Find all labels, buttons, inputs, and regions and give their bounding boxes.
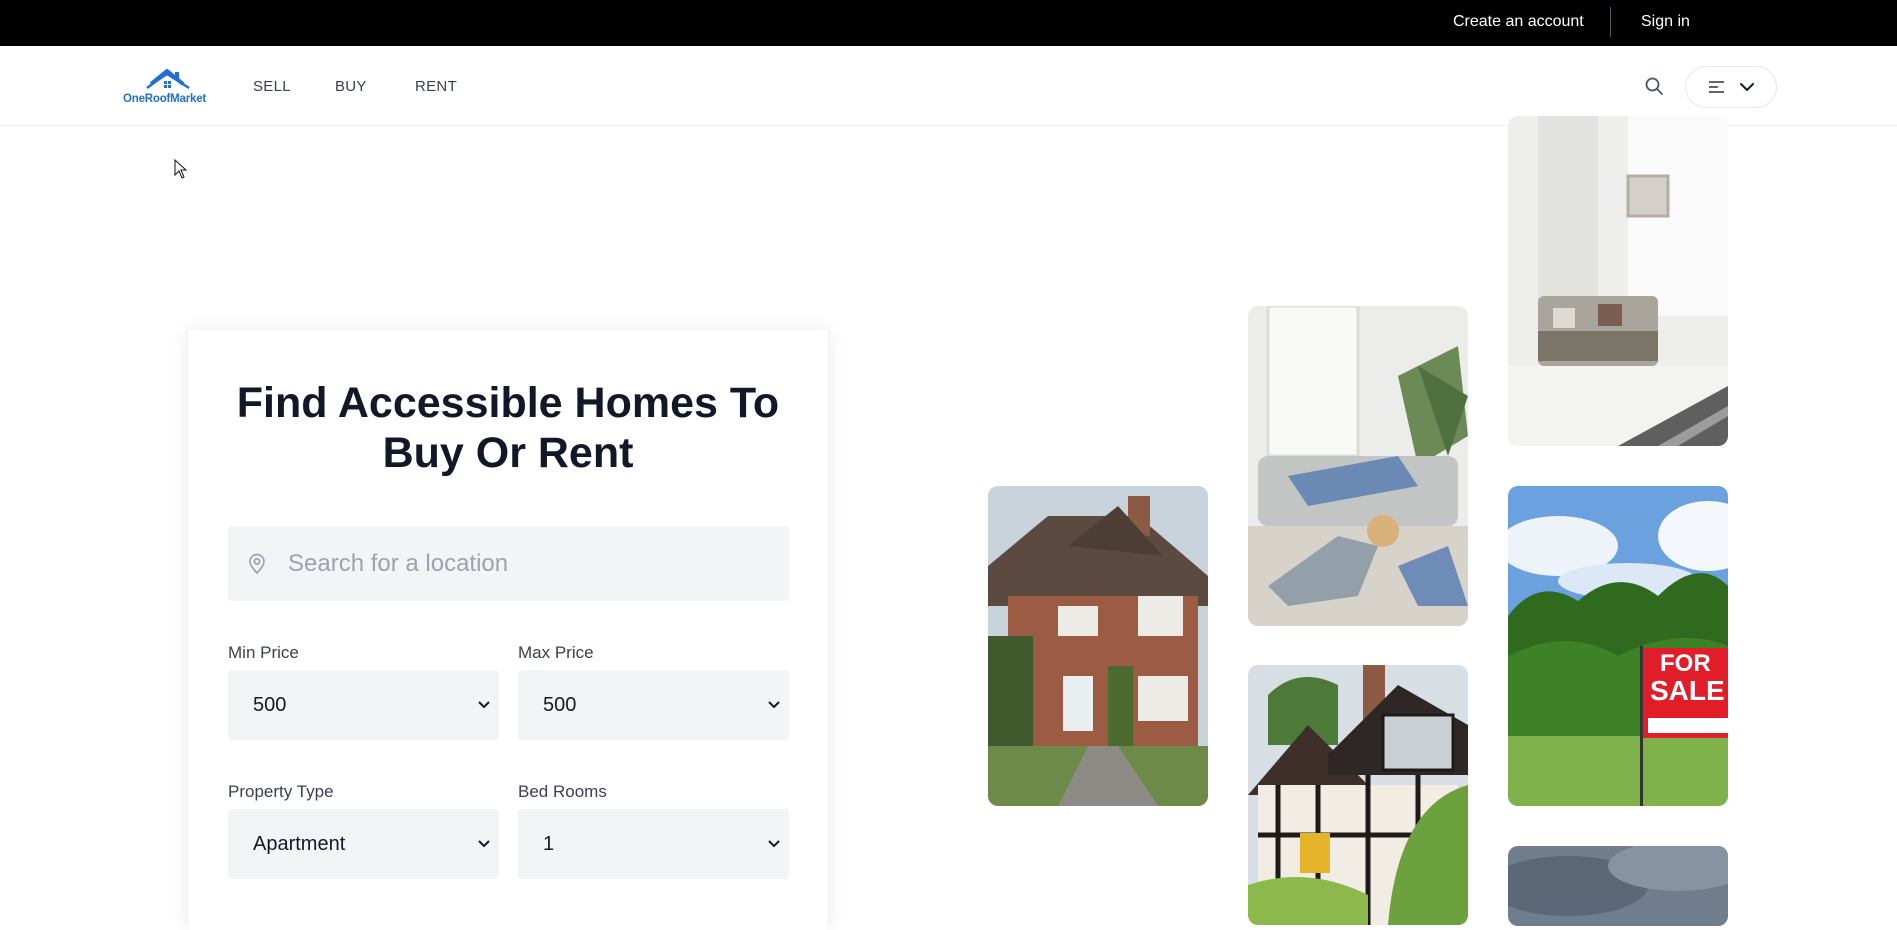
search-card: Find Accessible Homes To Buy Or Rent Min… [188,330,828,930]
min-price-value: 500 [253,694,287,716]
search-button[interactable] [1644,76,1666,98]
nav-buy[interactable]: BUY [335,78,367,95]
brick-house-image [988,486,1208,806]
svg-text:SALE: SALE [1650,675,1725,706]
top-bar-divider [1610,7,1611,37]
chevron-down-icon [768,840,780,848]
tudor-house-image [1248,665,1468,925]
chevron-down-icon [768,701,780,709]
sign-in-link[interactable]: Sign in [1641,0,1690,46]
chevron-down-icon [478,840,490,848]
living-room-image [1508,116,1728,446]
svg-text:FOR: FOR [1660,650,1711,677]
nav-rent[interactable]: RENT [415,78,457,95]
top-bar: Create an account Sign in [0,0,1897,46]
sky-image [1508,846,1728,926]
property-type-select[interactable]: Apartment [228,809,499,879]
location-pin-icon [249,553,265,575]
logo[interactable]: OneRoofMarket [123,68,213,106]
for-sale-sign-image: FOR SALE [1508,486,1728,806]
bed-rooms-value: 1 [543,833,555,855]
bed-rooms-select[interactable]: 1 [518,809,789,879]
location-search-input[interactable] [288,526,778,601]
max-price-label: Max Price [518,643,594,662]
hero-title-line2: Buy Or Rent [382,429,634,477]
logo-text: OneRoofMarket [123,93,207,105]
location-search-field[interactable] [228,526,789,601]
max-price-value: 500 [543,694,577,716]
menu-lines-icon [1709,81,1724,93]
house-logo-icon [146,69,190,90]
main-navbar: OneRoofMarket SELL BUY RENT [0,46,1897,126]
chevron-down-icon [478,701,490,709]
family-room-image [1248,306,1468,626]
search-icon [1645,77,1663,95]
menu-button[interactable] [1685,66,1777,108]
bed-rooms-label: Bed Rooms [518,782,607,801]
property-type-label: Property Type [228,782,334,801]
property-type-value: Apartment [253,833,346,855]
hero-title: Find Accessible Homes To Buy Or Rent [188,378,828,478]
hero-title-line1: Find Accessible Homes To [236,379,780,427]
max-price-select[interactable]: 500 [518,670,789,740]
chevron-down-icon [1740,83,1754,91]
min-price-label: Min Price [228,643,299,662]
mouse-cursor-icon [174,159,188,179]
min-price-select[interactable]: 500 [228,670,499,740]
create-account-link[interactable]: Create an account [1453,0,1584,46]
nav-sell[interactable]: SELL [253,78,291,95]
